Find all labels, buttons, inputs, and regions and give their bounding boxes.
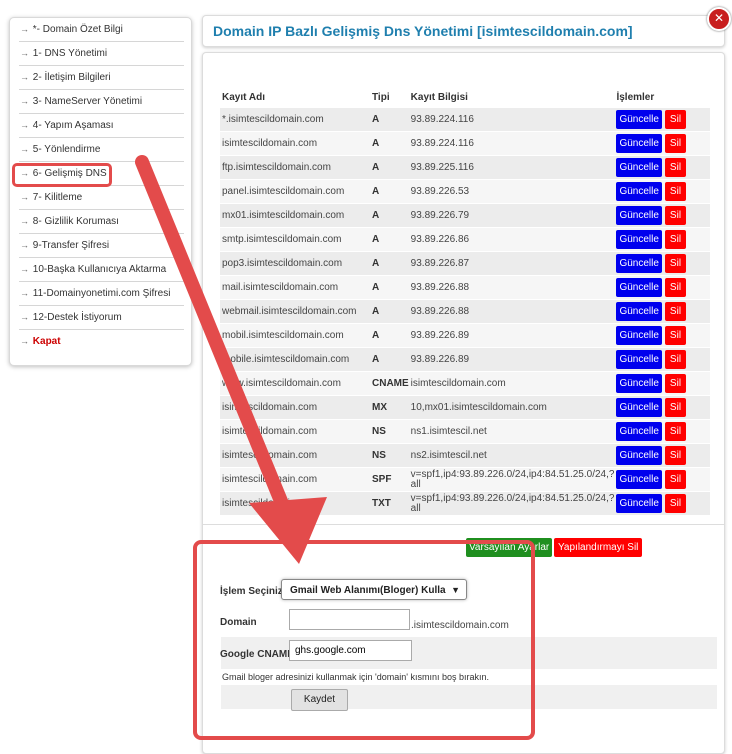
annotation-arrow-icon — [135, 155, 327, 564]
